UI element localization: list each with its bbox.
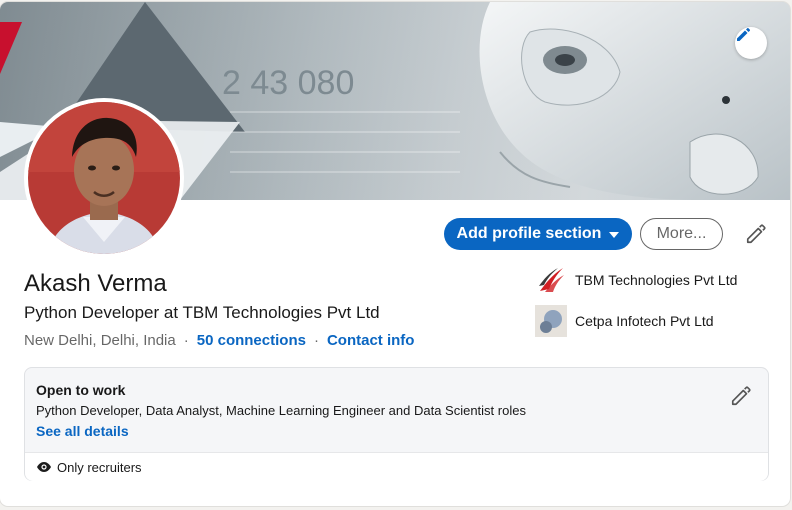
connections-link[interactable]: 50 connections	[197, 332, 306, 349]
cetpa-logo-mark	[535, 305, 567, 337]
profile-name: Akash Verma	[24, 270, 167, 297]
company-name: Cetpa Infotech Pvt Ltd	[575, 313, 714, 329]
open-to-work-card[interactable]: Open to work Python Developer, Data Anal…	[24, 367, 769, 481]
pencil-icon	[746, 224, 766, 244]
profile-headline: Python Developer at TBM Technologies Pvt…	[24, 303, 380, 322]
edit-open-to-work-button[interactable]	[725, 380, 757, 412]
company-tbm[interactable]: TBM Technologies Pvt Ltd	[535, 264, 737, 296]
edit-cover-button[interactable]	[735, 27, 767, 59]
open-to-work-roles: Python Developer, Data Analyst, Machine …	[36, 403, 526, 418]
see-all-details-link[interactable]: See all details	[36, 423, 129, 439]
location: New Delhi, Delhi, India	[24, 332, 176, 349]
edit-intro-button[interactable]	[740, 218, 772, 250]
visibility-footer: Only recruiters	[25, 452, 768, 481]
profile-card: 2 43 080 Add profile section More... Aka…	[0, 2, 790, 506]
more-button[interactable]: More...	[640, 218, 723, 250]
separator: ·	[313, 332, 319, 349]
pencil-icon	[737, 27, 751, 41]
add-profile-section-button[interactable]: Add profile section	[444, 218, 632, 250]
profile-meta: New Delhi, Delhi, India · 50 connections…	[24, 332, 414, 349]
tbm-logo	[535, 264, 567, 296]
add-profile-section-label: Add profile section	[456, 225, 602, 242]
open-to-work-title: Open to work	[36, 382, 126, 398]
visibility-label: Only recruiters	[57, 459, 142, 475]
cetpa-logo	[535, 305, 567, 337]
avatar[interactable]	[28, 102, 180, 254]
cover-digits: 2 43 080	[222, 64, 354, 102]
avatar-frame	[24, 98, 184, 258]
more-label: More...	[656, 225, 707, 242]
tbm-logo-mark	[539, 268, 564, 292]
caret-down-icon	[609, 232, 620, 238]
company-name: TBM Technologies Pvt Ltd	[575, 272, 738, 288]
eye-icon	[37, 462, 51, 472]
separator: ·	[183, 332, 189, 349]
company-cetpa[interactable]: Cetpa Infotech Pvt Ltd	[535, 305, 714, 337]
avatar-photo	[28, 102, 180, 254]
pencil-icon	[731, 386, 751, 406]
contact-info-link[interactable]: Contact info	[327, 332, 415, 349]
